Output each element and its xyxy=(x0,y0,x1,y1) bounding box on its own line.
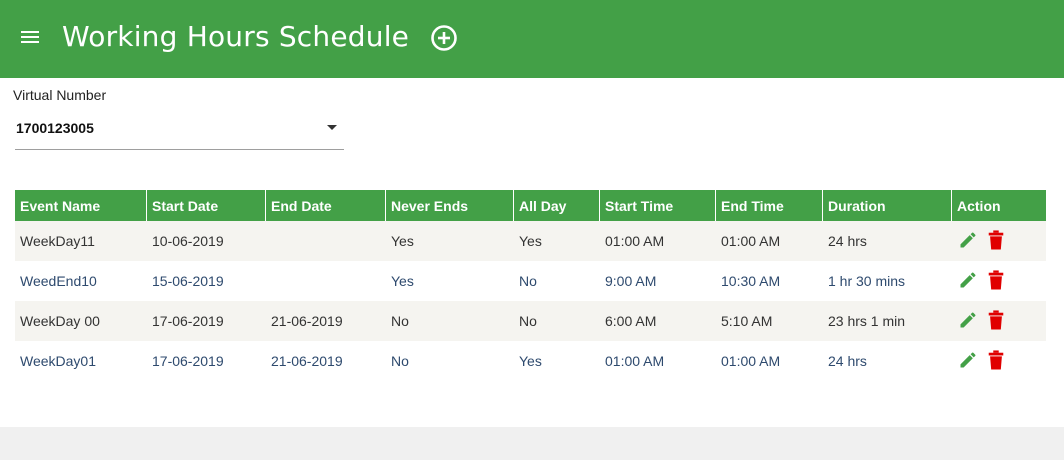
column-header[interactable]: End Date xyxy=(266,190,386,221)
delete-icon[interactable] xyxy=(987,349,1005,373)
cell-duration: 23 hrs 1 min xyxy=(823,301,952,341)
cell-start-date: 17-06-2019 xyxy=(147,341,266,381)
cell-start-date: 17-06-2019 xyxy=(147,301,266,341)
menu-icon[interactable] xyxy=(21,30,39,44)
cell-end-date: 21-06-2019 xyxy=(266,301,386,341)
cell-action xyxy=(952,341,1046,381)
add-schedule-button[interactable] xyxy=(430,24,458,52)
column-header[interactable]: Duration xyxy=(823,190,952,221)
cell-start-date: 10-06-2019 xyxy=(147,221,266,261)
table-row[interactable]: WeedEnd10 15-06-2019 Yes No 9:00 AM 10:30 AM 1… xyxy=(15,261,1046,301)
cell-event-name: WeekDay 00 xyxy=(15,301,147,341)
cell-action xyxy=(952,221,1046,261)
cell-never-ends: Yes xyxy=(386,221,514,261)
cell-end-time: 10:30 AM xyxy=(716,261,823,301)
row-actions xyxy=(957,269,1046,293)
column-header[interactable]: Event Name xyxy=(15,190,147,221)
row-actions xyxy=(957,349,1046,373)
virtual-number-label: Virtual Number xyxy=(13,87,107,103)
cell-never-ends: No xyxy=(386,301,514,341)
cell-start-date: 15-06-2019 xyxy=(147,261,266,301)
cell-duration: 1 hr 30 mins xyxy=(823,261,952,301)
column-header[interactable]: Start Date xyxy=(147,190,266,221)
table-header-row: Event Name Start Date End Date Never End… xyxy=(15,190,1046,221)
cell-event-name: WeekDay01 xyxy=(15,341,147,381)
row-actions xyxy=(957,309,1046,333)
schedule-table: Event Name Start Date End Date Never End… xyxy=(15,190,1046,381)
edit-icon[interactable] xyxy=(958,230,978,253)
cell-all-day: No xyxy=(514,301,600,341)
cell-start-time: 6:00 AM xyxy=(600,301,716,341)
cell-action xyxy=(952,301,1046,341)
cell-end-time: 5:10 AM xyxy=(716,301,823,341)
table-row[interactable]: WeekDay01 17-06-2019 21-06-2019 No Yes 01:00 … xyxy=(15,341,1046,381)
cell-end-date: 21-06-2019 xyxy=(266,341,386,381)
footer-strip xyxy=(0,427,1064,460)
cell-all-day: Yes xyxy=(514,221,600,261)
column-header[interactable]: End Time xyxy=(716,190,823,221)
cell-event-name: WeekDay11 xyxy=(15,221,147,261)
cell-start-time: 9:00 AM xyxy=(600,261,716,301)
column-header[interactable]: Never Ends xyxy=(386,190,514,221)
table-row[interactable]: WeekDay11 10-06-2019 Yes Yes 01:00 AM 01:00 A… xyxy=(15,221,1046,261)
cell-start-time: 01:00 AM xyxy=(600,341,716,381)
virtual-number-select[interactable]: 1700123005 xyxy=(15,112,344,150)
cell-never-ends: Yes xyxy=(386,261,514,301)
cell-event-name: WeedEnd10 xyxy=(15,261,147,301)
cell-end-date xyxy=(266,261,386,301)
row-actions xyxy=(957,229,1046,253)
app-bar: Working Hours Schedule xyxy=(0,0,1064,78)
cell-all-day: Yes xyxy=(514,341,600,381)
edit-icon[interactable] xyxy=(958,310,978,333)
cell-end-time: 01:00 AM xyxy=(716,341,823,381)
virtual-number-value: 1700123005 xyxy=(16,120,94,136)
edit-icon[interactable] xyxy=(958,350,978,373)
cell-start-time: 01:00 AM xyxy=(600,221,716,261)
column-header[interactable]: All Day xyxy=(514,190,600,221)
delete-icon[interactable] xyxy=(987,269,1005,293)
edit-icon[interactable] xyxy=(958,270,978,293)
cell-action xyxy=(952,261,1046,301)
cell-end-time: 01:00 AM xyxy=(716,221,823,261)
dropdown-arrow-icon xyxy=(327,125,337,130)
table-row[interactable]: WeekDay 00 17-06-2019 21-06-2019 No No 6:00 A… xyxy=(15,301,1046,341)
add-circle-icon xyxy=(431,25,457,51)
cell-duration: 24 hrs xyxy=(823,341,952,381)
delete-icon[interactable] xyxy=(987,229,1005,253)
cell-never-ends: No xyxy=(386,341,514,381)
cell-duration: 24 hrs xyxy=(823,221,952,261)
delete-icon[interactable] xyxy=(987,309,1005,333)
column-header: Action xyxy=(952,190,1046,221)
page-title: Working Hours Schedule xyxy=(62,20,410,53)
cell-all-day: No xyxy=(514,261,600,301)
cell-end-date xyxy=(266,221,386,261)
column-header[interactable]: Start Time xyxy=(600,190,716,221)
